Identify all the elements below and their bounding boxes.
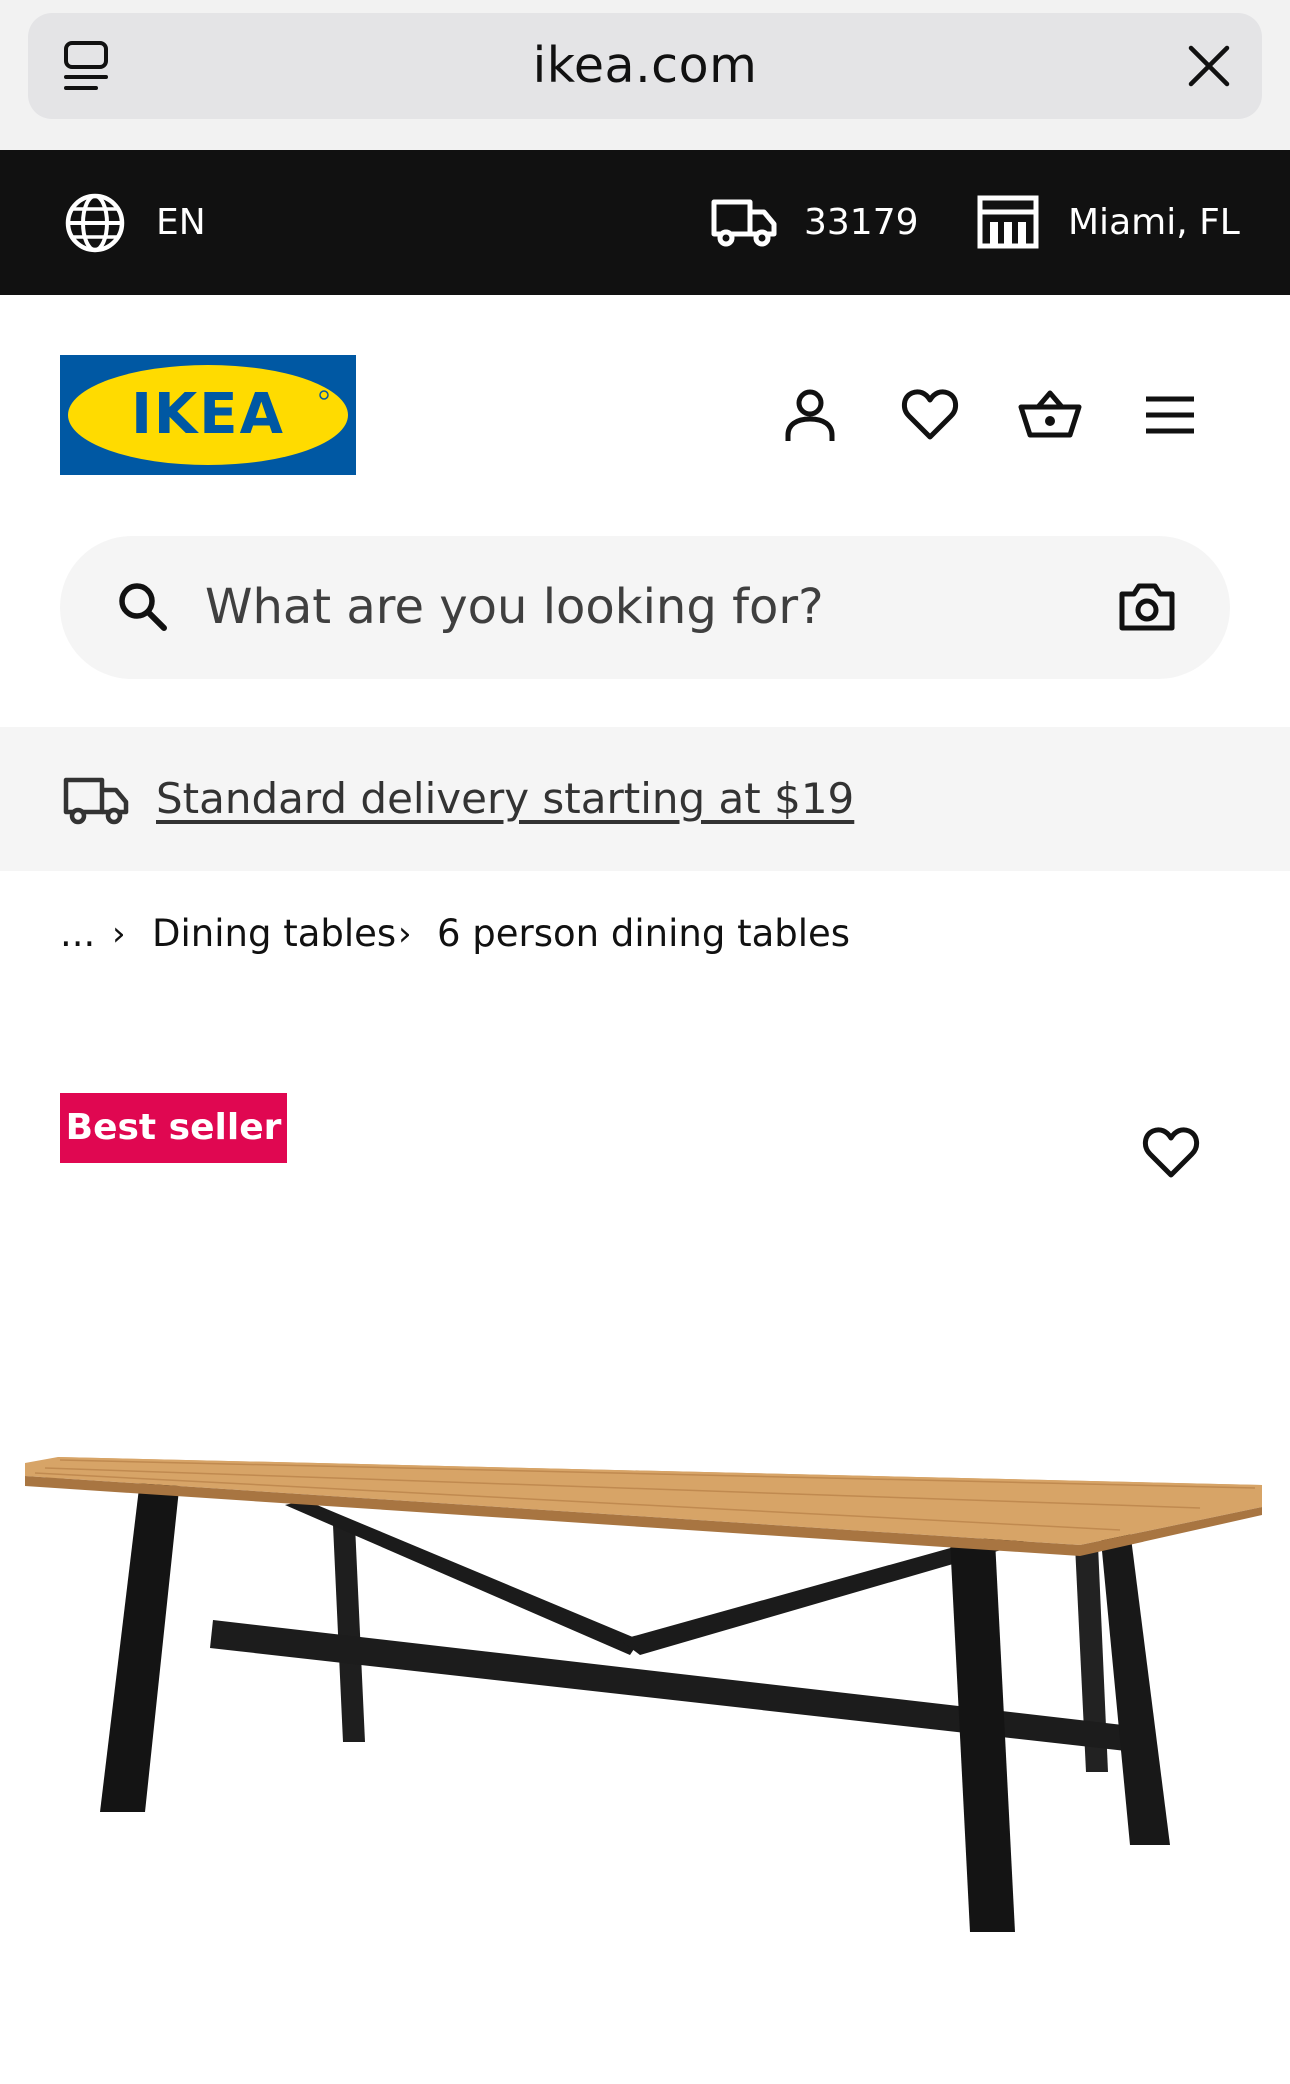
heart-icon[interactable] — [900, 385, 960, 445]
search-bar[interactable]: What are you looking for? — [60, 536, 1230, 679]
breadcrumb-item-6-person[interactable]: 6 person dining tables — [437, 905, 850, 963]
truck-icon[interactable] — [710, 196, 778, 250]
ikea-logo[interactable]: IKEA — [60, 355, 356, 475]
search-input[interactable]: What are you looking for? — [205, 536, 824, 679]
address-bar[interactable]: ikea.com — [28, 13, 1262, 119]
breadcrumb-ellipsis[interactable]: ... — [60, 905, 95, 963]
logo-text: IKEA — [131, 382, 285, 447]
language-selector[interactable]: EN — [156, 150, 206, 295]
top-utility-bar: EN 33179 Miami, FL — [0, 150, 1290, 295]
search-icon[interactable] — [116, 580, 170, 634]
url-text[interactable]: ikea.com — [28, 13, 1262, 119]
best-seller-badge: Best seller — [60, 1093, 287, 1163]
menu-icon[interactable] — [1142, 385, 1202, 445]
store-icon[interactable] — [976, 194, 1040, 250]
close-icon[interactable] — [1184, 41, 1234, 91]
product-image[interactable] — [0, 1380, 1290, 2080]
chevron-right-icon: › — [112, 914, 126, 954]
camera-icon[interactable] — [1118, 580, 1176, 634]
breadcrumb-item-dining-tables[interactable]: Dining tables — [152, 905, 396, 963]
delivery-link[interactable]: Standard delivery starting at $19 — [156, 727, 854, 871]
zip-code[interactable]: 33179 — [804, 150, 919, 295]
chevron-right-icon: › — [398, 914, 412, 954]
basket-icon[interactable] — [1018, 385, 1082, 445]
store-location[interactable]: Miami, FL — [1068, 150, 1240, 295]
delivery-truck-icon — [62, 772, 130, 828]
browser-chrome: ikea.com — [0, 0, 1290, 150]
favorite-heart-icon[interactable] — [1142, 1125, 1200, 1181]
globe-icon[interactable] — [64, 192, 126, 254]
delivery-banner: Standard delivery starting at $19 — [0, 727, 1290, 871]
account-icon[interactable] — [780, 385, 840, 445]
